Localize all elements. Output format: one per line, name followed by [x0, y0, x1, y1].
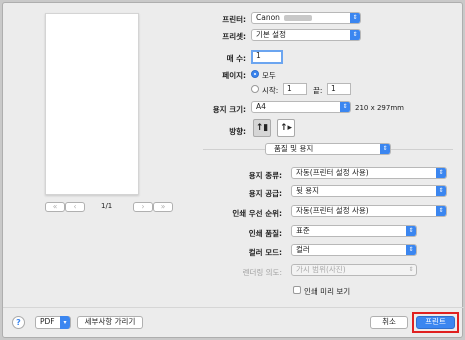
- color-mode-label: 컬러 모드:: [248, 248, 282, 257]
- rendering-intent-value: 가시 범위(사진): [296, 265, 346, 274]
- print-dialog: « ‹ 1/1 › » 프린터: Canon ⇕ 프리셋: 기본 설정 ⇕ 매 …: [2, 2, 464, 338]
- copies-label: 매 수:: [226, 54, 246, 63]
- presets-popup[interactable]: 기본 설정 ⇕: [251, 29, 361, 41]
- printer-popup[interactable]: Canon ⇕: [251, 12, 361, 24]
- presets-value: 기본 설정: [256, 30, 286, 39]
- next-page-button[interactable]: ›: [133, 202, 153, 212]
- chevron-updown-icon: ⇕: [380, 144, 390, 154]
- print-priority-label: 인쇄 우선 순위:: [232, 209, 282, 218]
- pages-range-radio[interactable]: [251, 85, 259, 93]
- presets-label: 프리셋:: [222, 32, 246, 41]
- color-mode-value: 컬러: [296, 245, 310, 254]
- paper-size-value: A4: [256, 102, 266, 111]
- pages-to-label: 끝:: [313, 86, 323, 95]
- redacted-model: [283, 15, 312, 21]
- copies-field[interactable]: 1: [251, 50, 283, 64]
- page-preview: [45, 13, 139, 195]
- section-value: 품질 및 용지: [274, 144, 314, 153]
- last-page-button[interactable]: »: [153, 202, 173, 212]
- chevron-updown-icon: ⇕: [406, 226, 416, 236]
- footer-divider: [3, 307, 464, 308]
- paper-dimensions: 210 x 297mm: [355, 104, 404, 112]
- pages-to-field[interactable]: 1: [327, 83, 351, 95]
- print-preview-checkbox[interactable]: [293, 286, 301, 294]
- portrait-icon[interactable]: ↑▮: [253, 119, 271, 137]
- chevron-down-icon: ▾: [60, 316, 70, 329]
- chevron-updown-icon: ⇕: [340, 102, 350, 112]
- paper-size-label: 용지 크기:: [212, 105, 246, 114]
- chevron-updown-icon: ⇕: [408, 266, 414, 273]
- pages-from-field[interactable]: 1: [283, 83, 307, 95]
- first-page-button[interactable]: «: [45, 202, 65, 212]
- landscape-icon[interactable]: ↑▸: [277, 119, 295, 137]
- hide-details-button[interactable]: 세부사항 가리기: [77, 316, 143, 329]
- paper-source-popup[interactable]: 뒷 용지 ⇕: [291, 185, 447, 197]
- pages-label: 페이지:: [222, 71, 246, 80]
- section-popup[interactable]: 품질 및 용지 ⇕: [265, 143, 391, 155]
- pages-from-label: 시작:: [262, 86, 279, 95]
- print-quality-label: 인쇄 품질:: [248, 229, 282, 238]
- printer-label: 프린터:: [222, 15, 246, 24]
- cancel-button[interactable]: 취소: [370, 316, 408, 329]
- pages-all-radio[interactable]: [251, 70, 259, 78]
- pages-all-label: 모두: [262, 71, 276, 80]
- paper-size-popup[interactable]: A4 ⇕: [251, 101, 351, 113]
- pdf-menu-button[interactable]: PDF ▾: [35, 316, 71, 329]
- previous-page-button[interactable]: ‹: [65, 202, 85, 212]
- media-type-label: 용지 종류:: [248, 171, 282, 180]
- chevron-updown-icon: ⇕: [350, 30, 360, 40]
- orientation-label: 방향:: [229, 127, 246, 136]
- paper-source-value: 뒷 용지: [296, 186, 320, 195]
- print-preview-label: 인쇄 미리 보기: [304, 287, 351, 296]
- help-icon[interactable]: ?: [12, 316, 25, 329]
- media-type-popup[interactable]: 자동(프린터 설정 사용) ⇕: [291, 167, 447, 179]
- chevron-updown-icon: ⇕: [436, 206, 446, 216]
- chevron-updown-icon: ⇕: [406, 245, 416, 255]
- paper-source-label: 용지 공급:: [248, 189, 282, 198]
- pdf-label: PDF: [40, 317, 55, 326]
- print-priority-value: 자동(프린터 설정 사용): [296, 206, 369, 215]
- chevron-updown-icon: ⇕: [350, 13, 360, 23]
- print-priority-popup[interactable]: 자동(프린터 설정 사용) ⇕: [291, 205, 447, 217]
- print-button[interactable]: 프린트: [416, 316, 455, 329]
- chevron-updown-icon: ⇕: [436, 186, 446, 196]
- rendering-intent-popup: 가시 범위(사진) ⇕: [291, 264, 417, 276]
- printer-value: Canon: [256, 13, 280, 22]
- media-type-value: 자동(프린터 설정 사용): [296, 168, 369, 177]
- color-mode-popup[interactable]: 컬러 ⇕: [291, 244, 417, 256]
- rendering-intent-label: 렌더링 의도:: [242, 268, 282, 277]
- chevron-updown-icon: ⇕: [436, 168, 446, 178]
- page-indicator: 1/1: [101, 202, 113, 210]
- print-quality-popup[interactable]: 표준 ⇕: [291, 225, 417, 237]
- print-quality-value: 표준: [296, 226, 310, 235]
